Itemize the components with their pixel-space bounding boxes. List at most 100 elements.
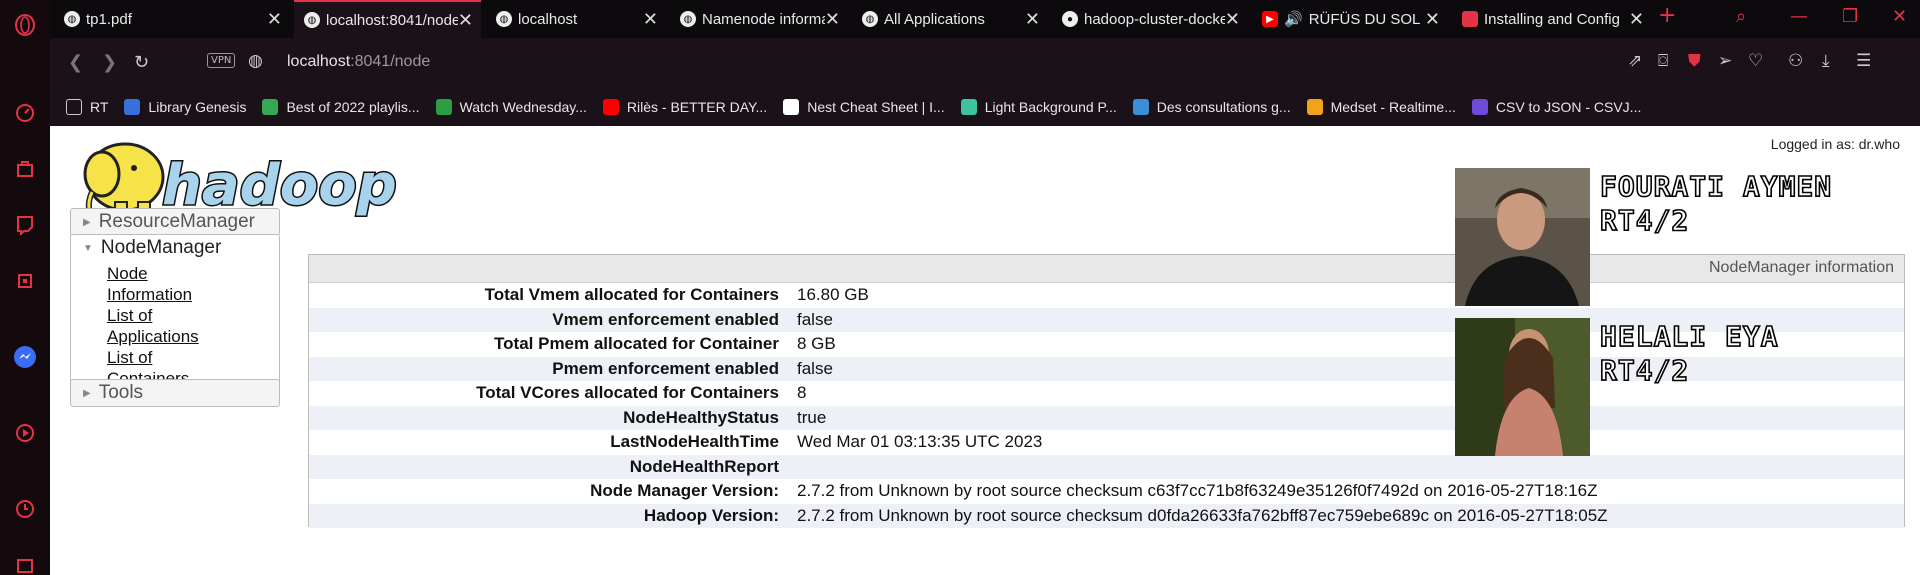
info-key: Pmem enforcement enabled [552, 358, 779, 378]
bookmark-item[interactable]: Des consultations g... [1132, 99, 1291, 115]
bookmark-item[interactable]: Library Genesis [124, 99, 246, 115]
heart-icon[interactable]: ♡ [1748, 51, 1763, 71]
player-icon[interactable] [12, 420, 38, 446]
close-window-button[interactable]: ✕ [1892, 6, 1907, 27]
restore-button[interactable]: ❐ [1842, 6, 1858, 27]
student-2-name: HELALI EYA RT4/2 [1599, 319, 1779, 388]
info-row: Total Vmem allocated for Containers 16.80… [309, 283, 1904, 308]
tab-title: hadoop-cluster-docker [1084, 10, 1225, 28]
globe-icon: ◍ [496, 11, 512, 27]
globe-icon: ◍ [64, 11, 80, 27]
tab-namenode[interactable]: ◍ Namenode information ✕ [670, 0, 848, 38]
student-1-name: FOURATI AYMEN RT4/2 [1599, 169, 1833, 238]
info-key: Total Pmem allocated for Container [494, 334, 779, 354]
share-icon[interactable]: ⇗ [1628, 51, 1642, 71]
tab-title: tp1.pdf [86, 10, 132, 28]
nav-nodemanager[interactable]: ▼ NodeManager Node Information List of Ap… [70, 234, 280, 398]
tab-bar: ◍ tp1.pdf ✕ ◍ localhost:8041/node ✕ ◍ lo… [50, 0, 1920, 38]
info-value: 16.80 GB [797, 285, 869, 305]
close-icon[interactable]: ✕ [1225, 9, 1240, 30]
close-icon[interactable]: ✕ [458, 10, 473, 31]
easy-setup-icon[interactable]: ☰ [1856, 51, 1871, 71]
browser-window: ◍ tp1.pdf ✕ ◍ localhost:8041/node ✕ ◍ lo… [0, 0, 1920, 575]
bookmark-label: Des consultations g... [1156, 99, 1291, 115]
tab-installing[interactable]: Installing and Config ✕ [1452, 0, 1652, 38]
box-icon[interactable] [12, 552, 38, 575]
camera-icon[interactable]: ⌼ [1658, 51, 1668, 71]
bookmark-label: Light Background P... [984, 99, 1117, 115]
bookmark-item[interactable]: Nest Cheat Sheet | I... [783, 99, 945, 115]
new-tab-button[interactable]: + [1658, 3, 1676, 28]
close-icon[interactable]: ✕ [1025, 9, 1040, 30]
tab-all-applications[interactable]: ◍ All Applications ✕ [852, 0, 1048, 38]
info-key: Hadoop Version: [643, 505, 779, 525]
close-icon[interactable]: ✕ [643, 9, 658, 30]
speaker-icon[interactable]: 🔊 [1284, 10, 1303, 28]
tab-hadoop-cluster[interactable]: ● hadoop-cluster-docker ✕ [1052, 0, 1248, 38]
info-key: Total Vmem allocated for Containers [484, 285, 779, 305]
close-icon[interactable]: ✕ [1629, 9, 1644, 30]
url-host: localhost [287, 53, 351, 70]
tab-localhost[interactable]: ◍ localhost ✕ [486, 0, 666, 38]
bookmark-item[interactable]: RT [66, 99, 108, 115]
speed-dial-icon[interactable] [12, 100, 38, 126]
bookmark-item[interactable]: Medset - Realtime... [1306, 99, 1456, 115]
messenger-icon[interactable] [12, 344, 38, 370]
nav-resourcemanager[interactable]: ▶ ResourceManager [70, 208, 280, 236]
nav-resourcemanager-label: ResourceManager [98, 211, 256, 232]
profile-icon[interactable]: ⚇ [1788, 51, 1803, 71]
twitch-icon[interactable] [12, 212, 38, 238]
tab-title: Namenode information [702, 10, 825, 28]
triangle-right-icon: ▶ [83, 216, 91, 228]
bookmark-item[interactable]: Best of 2022 playlis... [262, 99, 420, 115]
forward-button[interactable]: ❯ [102, 52, 117, 73]
minimize-button[interactable]: — [1790, 6, 1808, 27]
globe-icon: ◍ [304, 12, 320, 28]
close-icon[interactable]: ✕ [267, 9, 282, 30]
bookmark-label: Medset - Realtime... [1330, 99, 1456, 115]
tab-rufus[interactable]: ▶ 🔊 RÜFÜS DU SOL ✕ [1252, 0, 1448, 38]
close-icon[interactable]: ✕ [825, 9, 840, 30]
link-list-of-applications[interactable]: List of Applications [107, 305, 227, 347]
download-icon[interactable]: ⤓ [1822, 51, 1830, 71]
bookmark-label: Nest Cheat Sheet | I... [807, 99, 945, 115]
tab-localhost-node[interactable]: ◍ localhost:8041/node ✕ [294, 0, 481, 38]
nav-nodemanager-label: NodeManager [100, 237, 222, 258]
info-row: NodeHealthyStatus true [309, 405, 1904, 430]
opera-logo-icon[interactable] [12, 12, 38, 38]
bookmark-favicon-icon [124, 99, 141, 115]
tab-tp1-pdf[interactable]: ◍ tp1.pdf ✕ [54, 0, 290, 38]
github-icon: ● [1062, 11, 1078, 27]
vpn-badge[interactable]: VPN [207, 53, 236, 68]
nav-tools-label: Tools [98, 382, 144, 403]
info-row: NodeHealthReport [309, 454, 1904, 479]
bookmark-favicon-icon [1306, 99, 1323, 115]
address-bar: ❮ ❯ ↻ VPN ◍ localhost:8041/node ⇗ ⌼ ⛊ ➢ … [50, 38, 1920, 88]
bookmark-item[interactable]: CSV to JSON - CSVJ... [1471, 99, 1641, 115]
bookmark-item[interactable]: Watch Wednesday... [435, 99, 587, 115]
adblock-shield-icon[interactable]: ⛊ [1688, 51, 1701, 71]
site-info-icon[interactable]: ◍ [248, 51, 263, 71]
cpu-icon[interactable] [12, 268, 38, 294]
triangle-right-icon: ▶ [83, 387, 91, 399]
info-row: Node Manager Version: 2.7.2 from Unknown … [309, 479, 1904, 504]
info-key: NodeHealthyStatus [623, 407, 779, 427]
shopping-bag-icon[interactable] [12, 156, 38, 182]
link-node-information[interactable]: Node Information [107, 263, 227, 305]
info-table-title: NodeManager information [309, 255, 1904, 283]
bookmark-item[interactable]: Rilès - BETTER DAY... [602, 99, 767, 115]
back-button[interactable]: ❮ [68, 52, 83, 73]
url-field[interactable]: localhost:8041/node [287, 53, 430, 71]
nav-tools[interactable]: ▶ Tools [70, 379, 280, 407]
info-value: 2.7.2 from Unknown by root source checks… [797, 505, 1608, 525]
tab-title: localhost:8041/node [326, 11, 458, 29]
history-icon[interactable] [12, 496, 38, 522]
send-icon[interactable]: ➢ [1718, 51, 1732, 71]
search-tabs-icon[interactable]: ⌕ [1736, 6, 1746, 27]
opera-sidebar [0, 0, 50, 575]
reload-button[interactable]: ↻ [134, 52, 149, 73]
close-icon[interactable]: ✕ [1425, 9, 1440, 30]
info-row: Hadoop Version: 2.7.2 from Unknown by roo… [309, 503, 1904, 528]
bookmark-label: Library Genesis [148, 99, 247, 115]
bookmark-item[interactable]: Light Background P... [960, 99, 1117, 115]
